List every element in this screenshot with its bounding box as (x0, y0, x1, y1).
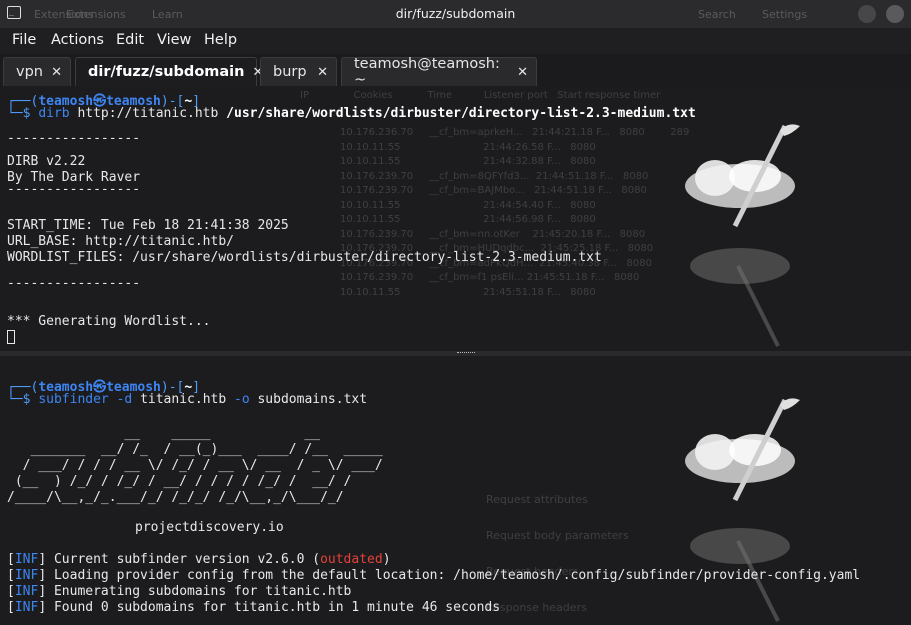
separator: ----------------- (7, 276, 141, 291)
command-name: subfinder (38, 392, 109, 407)
ghost-text: Search (698, 8, 736, 21)
menu-edit[interactable]: Edit (116, 32, 144, 48)
tab-dir-fuzz-subdomain[interactable]: dir/fuzz/subdomain ✕ (75, 57, 263, 86)
tab-label: burp (273, 64, 307, 80)
tab-bar: vpn ✕ dir/fuzz/subdomain ✕ burp ✕ teamos… (0, 54, 911, 88)
log-text: Enumerating subdomains for titanic.htb (53, 584, 352, 599)
banner-site: projectdiscovery.io (135, 520, 284, 535)
output-line: *** Generating Wordlist... (7, 314, 211, 329)
background-art (685, 124, 800, 347)
command-line: └─$ subfinder -d titanic.htb -o subdomai… (7, 392, 368, 407)
command-name: dirb (38, 106, 70, 121)
command-wordlist: /usr/share/wordlists/dirbuster/directory… (226, 106, 696, 121)
title-bar: _ Extensions Extensions Learn dir/fuzz/s… (0, 0, 911, 28)
tab-teamosh-home[interactable]: teamosh@teamosh: ~ ✕ (341, 56, 537, 88)
ghost-background: Request attributes Request body paramete… (486, 493, 629, 614)
tab-label: dir/fuzz/subdomain (88, 64, 245, 80)
ghost-background: 10.176.236.70 __cf_bm=aprkeH... 21:44:21… (340, 127, 690, 298)
menu-view[interactable]: View (157, 32, 191, 48)
log-text-tail: ) (382, 552, 391, 567)
menu-file[interactable]: File (12, 32, 36, 48)
output-line: START_TIME: Tue Feb 18 21:41:38 2025 (7, 218, 289, 233)
command-args: http://titanic.htb (69, 106, 227, 121)
cursor (7, 330, 15, 346)
output-line: DIRB v2.22 (7, 154, 86, 169)
separator: ----------------- (7, 182, 141, 197)
command-flag: -d (108, 392, 133, 407)
terminal-pane-bottom[interactable]: Inspector Request attributes Request bod… (0, 356, 911, 625)
terminal-pane-top[interactable]: IP Cookies Time Listener port Start resp… (0, 86, 911, 351)
log-line: [INF] Found 0 subdomains for titanic.htb… (7, 600, 501, 615)
outdated-label: outdated (320, 552, 383, 567)
ascii-banner-line: _______ __/ /_ / __(_)___ ____/ /__ ____… (7, 442, 383, 457)
ascii-banner-line: / ___/ / / / __ \/ /_/ / __ \/ __ / _ \/… (7, 458, 383, 473)
log-line: [INF] Enumerating subdomains for titanic… (7, 584, 352, 599)
output-line: WORDLIST_FILES: /usr/share/wordlists/dir… (7, 250, 602, 265)
log-line: [INF] Current subfinder version v2.6.0 (… (7, 552, 391, 567)
log-text: Loading provider config from the default… (53, 568, 861, 583)
ascii-banner-line: __ _____ __ (7, 426, 321, 441)
output-line: URL_BASE: http://titanic.htb/ (7, 234, 234, 249)
log-tag: INF (14, 568, 39, 583)
maximize-button[interactable] (886, 5, 904, 23)
log-line: [INF] Loading provider config from the d… (7, 568, 861, 583)
command-host: titanic.htb (132, 392, 227, 407)
close-icon[interactable]: ✕ (43, 65, 62, 80)
log-tag: INF (14, 552, 39, 567)
log-text: Current subfinder version v2.6.0 ( (53, 552, 321, 567)
menu-bar: File Actions Edit View Help (0, 28, 911, 54)
command-flag: -o (226, 392, 250, 407)
ghost-background: IP Cookies Time Listener port Start resp… (300, 90, 661, 101)
close-icon[interactable]: ✕ (509, 65, 528, 80)
tab-burp[interactable]: burp ✕ (260, 57, 337, 86)
menu-help[interactable]: Help (204, 32, 237, 48)
log-text: Found 0 subdomains for titanic.htb in 1 … (53, 600, 501, 615)
tab-label: teamosh@teamosh: ~ (354, 56, 500, 88)
ascii-banner-line: /____/\__,_/_.___/_/ /_/_/ /_/\__,_/\___… (7, 490, 344, 505)
minimize-button[interactable] (858, 5, 876, 23)
close-icon[interactable]: ✕ (309, 65, 328, 80)
tab-vpn[interactable]: vpn ✕ (3, 57, 71, 86)
menu-actions[interactable]: Actions (51, 32, 104, 48)
log-tag: INF (14, 600, 39, 615)
background-art (685, 398, 800, 622)
command-outfile: subdomains.txt (249, 392, 368, 407)
separator: ----------------- (7, 131, 141, 146)
tab-label: vpn (16, 64, 43, 80)
ascii-banner-line: (__ ) /_/ / /_/ / __/ / / / / /_/ / __/ … (7, 474, 352, 489)
log-tag: INF (14, 584, 39, 599)
ghost-text: Settings (762, 8, 808, 21)
command-line: └─$ dirb http://titanic.htb /usr/share/w… (7, 106, 696, 121)
